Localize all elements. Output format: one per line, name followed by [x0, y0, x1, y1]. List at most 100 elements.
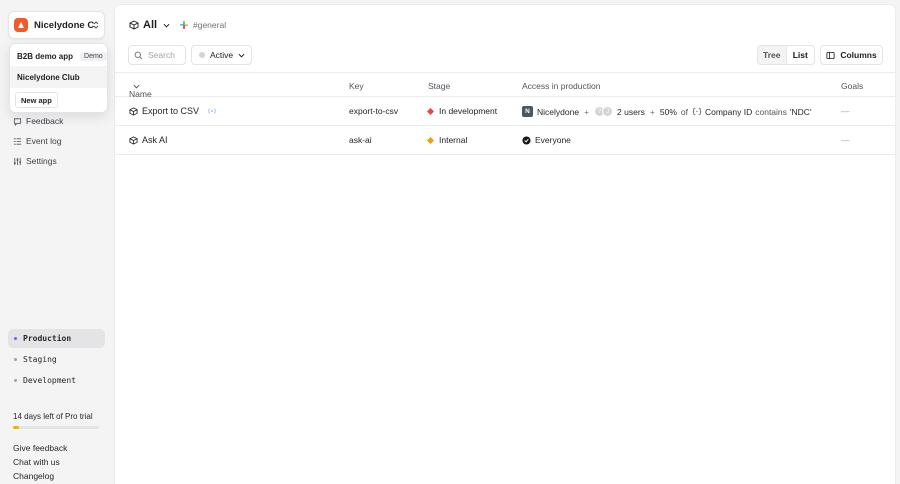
env-dot: [14, 358, 17, 361]
user-avatars: ? J: [594, 106, 614, 117]
plus-separator: +: [584, 106, 590, 117]
status-filter[interactable]: Active: [191, 45, 252, 65]
app-switcher[interactable]: Nicelydone Club: [8, 11, 105, 39]
app-option-label: Nicelydone Club: [17, 72, 80, 82]
cube-icon: [129, 135, 138, 145]
access-cell: Everyone: [522, 135, 571, 145]
cube-icon: [129, 20, 139, 30]
rollout-percent: 50%: [659, 106, 677, 117]
list-icon: [13, 137, 22, 145]
sidebar-item-label: Event log: [26, 136, 62, 146]
trial-text: 14 days left of Pro trial: [13, 412, 93, 421]
feature-name: Export to CSV: [142, 106, 200, 116]
company-avatar: N: [522, 106, 533, 117]
app-logo: [14, 18, 28, 32]
feature-name-cell[interactable]: Export to CSV: [129, 106, 221, 116]
status-value: Active: [210, 50, 234, 60]
env-development[interactable]: Development: [8, 371, 105, 390]
app-name: Nicelydone Club: [34, 19, 94, 31]
new-app-button[interactable]: New app: [15, 92, 58, 108]
feature-name: Ask AI: [142, 135, 168, 145]
env-staging[interactable]: Staging: [8, 350, 105, 369]
demo-badge: Demo: [80, 51, 107, 61]
channel-label: #general: [193, 20, 227, 30]
avatar: J: [602, 106, 614, 117]
chevron-down-icon: [238, 53, 245, 58]
scope-label: All: [143, 19, 158, 31]
goals-cell: —: [841, 135, 850, 145]
broadcast-icon: [208, 108, 216, 114]
key-column-header: Key: [349, 81, 364, 91]
app-option-b2b-demo[interactable]: B2B demo app Demo: [10, 45, 107, 67]
message-icon: [13, 117, 22, 126]
sidebar-item-settings[interactable]: Settings: [13, 156, 57, 166]
of-text: of: [680, 106, 688, 117]
view-toggle: Tree List: [757, 45, 815, 65]
status-dot: [199, 52, 205, 58]
sidebar-item-label: Feedback: [26, 116, 64, 126]
logo-icon: [18, 22, 24, 28]
access-cell: N Nicelydone + ? J 2 users + 50% of Compa…: [522, 106, 812, 117]
sidebar: Nicelydone Club B2B demo app Demo Nicely…: [0, 0, 114, 484]
table-row[interactable]: Export to CSV export-to-csv In developme…: [115, 97, 895, 126]
feature-name-cell[interactable]: Ask AI: [129, 135, 168, 145]
columns-icon: [826, 51, 835, 59]
env-production[interactable]: Production: [8, 329, 105, 348]
user-count: 2 users: [617, 106, 645, 117]
cube-icon: [129, 106, 138, 116]
goals-cell: —: [841, 106, 850, 116]
feature-key: export-to-csv: [349, 106, 399, 116]
search-icon: [134, 51, 143, 59]
give-feedback-link[interactable]: Give feedback: [13, 443, 67, 453]
search-placeholder: Search: [148, 50, 175, 60]
plus-separator: +: [649, 106, 655, 117]
table-row[interactable]: Ask AI ask-ai Internal Everyone —: [115, 126, 895, 155]
chevron-updown-icon: [93, 21, 99, 29]
braces-icon: [692, 107, 702, 116]
check-circle-icon: [522, 135, 531, 145]
stage-column-header: Stage: [428, 81, 451, 91]
chevron-down-icon: [163, 23, 170, 27]
sidebar-item-event-log[interactable]: Event log: [13, 136, 61, 146]
list-view-button[interactable]: List: [785, 46, 814, 64]
columns-label: Columns: [840, 50, 877, 60]
stage-label: In development: [439, 106, 498, 116]
env-label: Development: [23, 376, 76, 385]
search-input[interactable]: Search: [128, 45, 186, 65]
tree-view-button[interactable]: Tree: [758, 46, 786, 64]
slack-icon: [180, 21, 188, 29]
env-dot: [14, 337, 17, 340]
changelog-link[interactable]: Changelog: [13, 471, 54, 481]
filter-value: 'NDC': [789, 106, 812, 117]
scope-selector[interactable]: All: [129, 19, 170, 31]
stage-cell: Internal: [426, 135, 468, 145]
filter-attribute: Company ID: [704, 106, 753, 117]
trial-progress-fill: [13, 426, 20, 429]
filter-operator: contains: [755, 106, 787, 117]
chat-with-us-link[interactable]: Chat with us: [13, 457, 60, 467]
stage-cell: In development: [426, 106, 498, 116]
app-option-nicelydone[interactable]: Nicelydone Club: [10, 66, 107, 88]
env-dot: [14, 379, 17, 382]
company-name: Nicelydone: [537, 106, 580, 117]
everyone-label: Everyone: [535, 135, 571, 145]
stage-label: Internal: [439, 135, 468, 145]
env-label: Production: [23, 334, 72, 343]
sidebar-item-feedback[interactable]: Feedback: [13, 116, 63, 126]
sidebar-item-label: Settings: [26, 156, 57, 166]
feature-key: ask-ai: [349, 135, 372, 145]
app-option-label: B2B demo app: [17, 51, 74, 61]
goals-column-header: Goals: [841, 81, 864, 91]
table-header: Name Key Stage Access in production Goal…: [115, 72, 895, 99]
env-label: Staging: [23, 355, 57, 364]
slack-channel[interactable]: #general: [179, 20, 226, 30]
stage-indicator: [426, 136, 435, 144]
sliders-icon: [13, 157, 22, 165]
stage-indicator: [426, 107, 435, 115]
name-column-header[interactable]: Name: [129, 81, 152, 99]
trial-progress: [13, 426, 99, 429]
main-panel: All #general Search Active Tree List Col…: [114, 4, 896, 484]
access-column-header: Access in production: [522, 81, 601, 91]
columns-button[interactable]: Columns: [820, 45, 883, 65]
app-dropdown: B2B demo app Demo Nicelydone Club New ap…: [9, 43, 108, 113]
